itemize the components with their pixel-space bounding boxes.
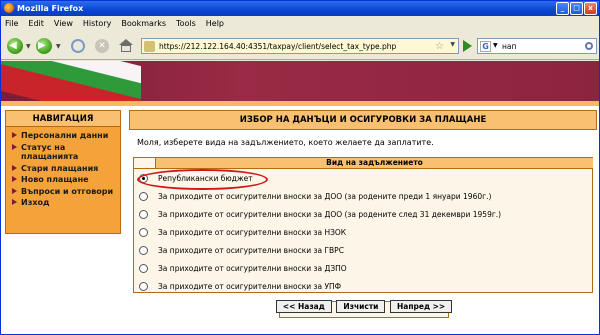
radio-button[interactable] xyxy=(139,210,148,219)
nav-item-payment-status[interactable]: Статус на плащанията xyxy=(10,143,116,162)
table-row[interactable]: За приходите от осигурителни вноски за У… xyxy=(134,278,594,296)
menu-bookmarks[interactable]: Bookmarks xyxy=(121,19,166,28)
table-row[interactable]: За приходите от осигурителни вноски за Н… xyxy=(134,224,594,242)
browser-window: Mozilla Firefox _ □ x File Edit View His… xyxy=(0,0,600,335)
nav-item-faq[interactable]: Въпроси и отговори xyxy=(10,187,116,197)
nav-item-old-payments[interactable]: Стари плащания xyxy=(10,164,116,174)
bullet-arrow-icon xyxy=(12,132,17,138)
home-button[interactable] xyxy=(119,39,133,52)
menu-file[interactable]: File xyxy=(5,19,18,28)
radio-button[interactable] xyxy=(139,264,148,273)
option-label[interactable]: За приходите от осигурителни вноски за Н… xyxy=(158,224,346,242)
search-engine-icon[interactable]: G xyxy=(480,41,491,52)
search-box[interactable]: G ▼ нап xyxy=(477,38,597,54)
table-row[interactable]: За приходите от осигурителни вноски за Г… xyxy=(134,242,594,260)
radio-button[interactable] xyxy=(139,192,148,201)
close-button[interactable]: x xyxy=(584,2,597,15)
arrow-right-icon: ▶ xyxy=(38,40,46,51)
radio-button[interactable] xyxy=(139,246,148,255)
address-bar[interactable]: https://212.122.164.40:4351/taxpay/clien… xyxy=(141,38,459,54)
option-label[interactable]: За приходите от осигурителни вноски за Д… xyxy=(158,206,501,224)
url-dropdown-icon[interactable]: ▼ xyxy=(450,41,455,48)
page-content: НАВИГАЦИЯ Персонални данни Статус на пла… xyxy=(1,61,599,334)
nav-item-label[interactable]: Изход xyxy=(21,198,49,208)
bullet-arrow-icon xyxy=(12,176,17,182)
nav-item-logout[interactable]: Изход xyxy=(10,198,116,208)
bullet-arrow-icon xyxy=(12,187,17,194)
option-label[interactable]: За приходите от осигурителни вноски за У… xyxy=(158,278,341,296)
navigation-list: Персонални данни Статус на плащанията Ст… xyxy=(6,127,120,214)
forward-button[interactable]: ▶ xyxy=(36,38,52,54)
menu-bar: File Edit View History Bookmarks Tools H… xyxy=(1,16,599,31)
maximize-button[interactable]: □ xyxy=(570,2,583,15)
bullet-arrow-icon xyxy=(12,164,17,171)
site-banner xyxy=(1,61,599,101)
next-button[interactable]: Напред >> xyxy=(389,300,453,313)
minimize-button[interactable]: _ xyxy=(556,2,569,15)
search-icon[interactable] xyxy=(585,42,593,50)
option-label[interactable]: За приходите от осигурителни вноски за Д… xyxy=(158,188,491,206)
flag-graphic xyxy=(1,61,141,101)
table-row[interactable]: За приходите от осигурителни вноски за Д… xyxy=(134,188,594,206)
bullet-arrow-icon xyxy=(12,199,17,205)
navigation-panel: НАВИГАЦИЯ Персонални данни Статус на пла… xyxy=(5,110,121,234)
back-history-dropdown-icon[interactable]: ▼ xyxy=(26,43,31,50)
stop-button[interactable]: ✕ xyxy=(95,39,109,53)
nav-item-label[interactable]: Статус на плащанията xyxy=(21,143,116,162)
nav-item-new-payment[interactable]: Ново плащане xyxy=(10,175,116,185)
url-text[interactable]: https://212.122.164.40:4351/taxpay/clien… xyxy=(159,39,396,54)
menu-tools[interactable]: Tools xyxy=(176,19,196,28)
back-button[interactable]: ◀ xyxy=(7,38,23,54)
firefox-icon xyxy=(4,3,14,13)
go-button[interactable] xyxy=(463,40,472,52)
menu-view[interactable]: View xyxy=(54,19,73,28)
reload-button[interactable] xyxy=(71,39,85,53)
nav-item-label[interactable]: Въпроси и отговори xyxy=(21,187,113,197)
nav-item-label[interactable]: Ново плащане xyxy=(21,175,89,185)
bullet-arrow-icon xyxy=(12,143,17,150)
form-buttons: << Назад Изчисти Напред >> xyxy=(129,300,599,313)
back-form-button[interactable]: << Назад xyxy=(275,300,332,313)
nav-item-label[interactable]: Стари плащания xyxy=(21,164,98,174)
site-identity-icon[interactable] xyxy=(144,41,155,52)
navigation-title: НАВИГАЦИЯ xyxy=(6,111,120,127)
menu-history[interactable]: History xyxy=(83,19,111,28)
nav-item-label[interactable]: Персонални данни xyxy=(21,131,108,141)
arrow-left-icon: ◀ xyxy=(9,40,17,51)
column-header: Вид на задължението xyxy=(155,158,593,169)
menu-edit[interactable]: Edit xyxy=(28,19,44,28)
bookmark-star-icon[interactable]: ☆ xyxy=(435,40,444,53)
search-input[interactable]: нап xyxy=(502,39,516,54)
menu-help[interactable]: Help xyxy=(206,19,224,28)
highlight-annotation xyxy=(137,169,268,190)
radio-button[interactable] xyxy=(139,282,148,291)
tax-type-table: Вид на задължението Републикански бюджет… xyxy=(133,157,593,293)
page-heading: ИЗБОР НА ДАНЪЦИ И ОСИГУРОВКИ ЗА ПЛАЩАНЕ xyxy=(129,110,597,130)
radio-button[interactable] xyxy=(139,228,148,237)
option-label[interactable]: За приходите от осигурителни вноски за Г… xyxy=(158,242,344,260)
instruction-text: Моля, изберете вида на задължението, кое… xyxy=(137,138,434,147)
option-label[interactable]: За приходите от осигурителни вноски за Д… xyxy=(158,260,347,278)
main-pane: ИЗБОР НА ДАНЪЦИ И ОСИГУРОВКИ ЗА ПЛАЩАНЕ … xyxy=(129,110,599,334)
window-title: Mozilla Firefox xyxy=(17,4,84,13)
search-engine-dropdown-icon[interactable]: ▼ xyxy=(493,42,498,49)
clear-button[interactable]: Изчисти xyxy=(336,300,386,313)
table-row[interactable]: За приходите от осигурителни вноски за Д… xyxy=(134,206,594,224)
navigation-toolbar: ◀ ▼ ▶ ▼ ✕ https://212.122.164.40:4351/ta… xyxy=(1,31,599,60)
table-row[interactable]: За приходите от осигурителни вноски за Д… xyxy=(134,260,594,278)
title-bar: Mozilla Firefox _ □ x xyxy=(1,1,599,16)
left-pane: НАВИГАЦИЯ Персонални данни Статус на пла… xyxy=(1,106,129,334)
forward-history-dropdown-icon[interactable]: ▼ xyxy=(56,43,61,50)
nav-item-personal-data[interactable]: Персонални данни xyxy=(10,131,116,141)
